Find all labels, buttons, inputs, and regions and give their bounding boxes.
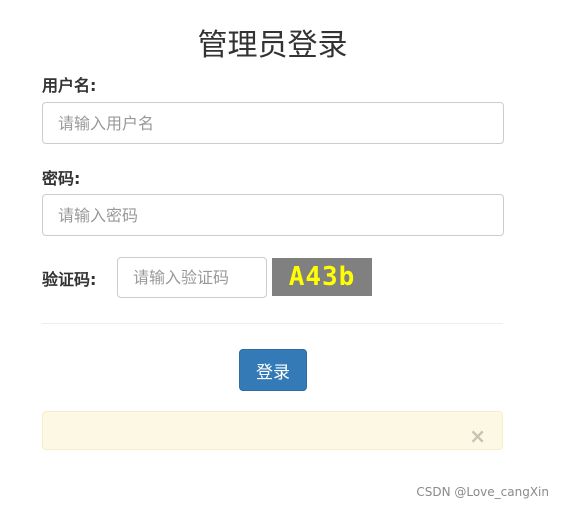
divider [42, 323, 503, 324]
password-label: 密码: [42, 169, 81, 188]
captcha-text: A43b [288, 262, 356, 292]
page-title: 管理员登录 [197, 28, 348, 63]
login-button[interactable]: 登录 [239, 349, 307, 391]
watermark: CSDN @Love_cangXin [416, 485, 549, 499]
close-icon[interactable]: × [469, 426, 486, 446]
captcha-image[interactable]: A43b [272, 258, 372, 296]
password-input[interactable] [42, 194, 504, 236]
login-page: 管理员登录 用户名: 密码: 验证码: A43b 登录 × CSDN @Love… [0, 0, 565, 510]
captcha-label: 验证码: [42, 270, 97, 289]
username-input[interactable] [42, 102, 504, 144]
username-label: 用户名: [42, 76, 97, 95]
captcha-input[interactable] [117, 257, 267, 298]
alert-box: × [42, 411, 503, 450]
